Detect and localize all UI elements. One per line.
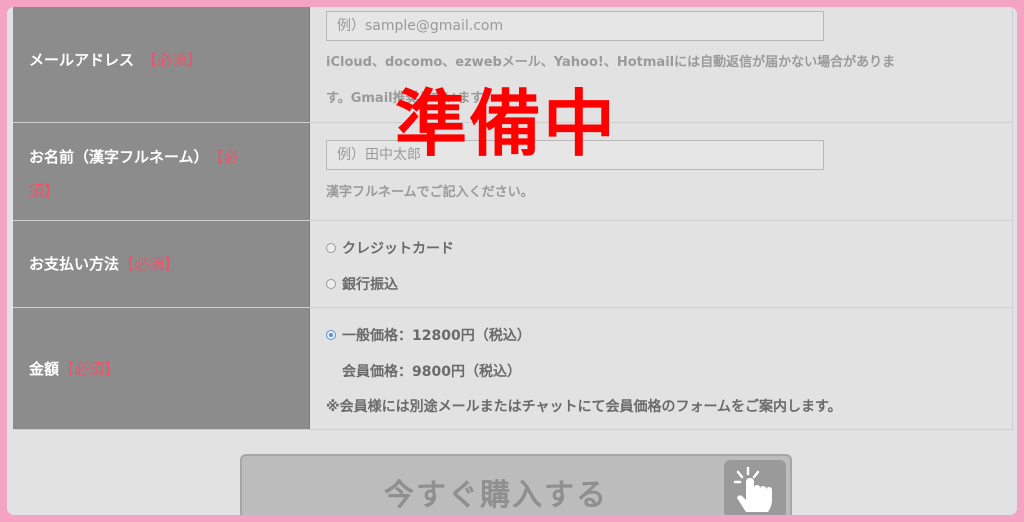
price-member-text: 会員価格：9800円（税込） <box>342 364 521 380</box>
price-member-note: ※会員様には別途メールまたはチャットにて会員価格のフォームをご案内します。 <box>326 399 842 415</box>
page-frame: メールアドレス 【必須】 iCloud、docomo、ezwebメール、Yaho… <box>0 0 1024 522</box>
payment-option-credit[interactable]: クレジットカード <box>326 238 454 258</box>
radio-unchecked-icon[interactable] <box>326 279 336 289</box>
required-badge: 【必須】 <box>119 255 180 273</box>
price-general-text: 一般価格：12800円（税込） <box>342 328 531 344</box>
preparing-stamp: 準備中 <box>395 82 618 166</box>
required-badge: 【必 <box>208 147 239 166</box>
email-input[interactable] <box>326 11 824 41</box>
email-label-text: メールアドレス <box>29 51 135 69</box>
payment-option-label: クレジットカード <box>342 241 454 257</box>
price-label-text: 金額 <box>29 359 60 378</box>
price-content: 一般価格：12800円（税込） 会員価格：9800円（税込） ※会員様には別途メ… <box>310 308 1012 429</box>
price-label: 金額 【必須】 <box>13 308 310 429</box>
name-note: 漢字フルネームでご記入ください。 <box>326 185 534 200</box>
price-option-general[interactable]: 一般価格：12800円（税込） <box>326 325 531 345</box>
payment-label-text: お支払い方法 <box>29 255 120 273</box>
name-label-text: お名前（漢字フルネーム） <box>29 147 209 166</box>
buy-now-label: 今すぐ購入する <box>384 477 608 513</box>
name-label: お名前（漢字フルネーム） 【必 須】 <box>13 123 310 220</box>
pointing-hand-icon <box>724 460 786 515</box>
required-badge: 【必須】 <box>142 51 203 69</box>
radio-checked-icon[interactable] <box>326 330 336 340</box>
required-badge-wrap: 須】 <box>29 181 60 200</box>
buy-now-button[interactable]: 今すぐ購入する <box>240 454 792 515</box>
required-badge: 【必須】 <box>59 359 120 378</box>
payment-row: お支払い方法 【必須】 クレジットカード 銀行振込 <box>13 220 1012 307</box>
payment-content: クレジットカード 銀行振込 <box>310 221 1012 307</box>
price-row: 金額 【必須】 一般価格：12800円（税込） 会員価格：9800円（税込） ※… <box>13 307 1012 429</box>
payment-option-bank[interactable]: 銀行振込 <box>326 274 398 294</box>
payment-label: お支払い方法 【必須】 <box>13 221 310 307</box>
email-label: メールアドレス 【必須】 <box>13 7 310 122</box>
payment-option-label: 銀行振込 <box>342 277 398 293</box>
radio-unchecked-icon[interactable] <box>326 243 336 253</box>
